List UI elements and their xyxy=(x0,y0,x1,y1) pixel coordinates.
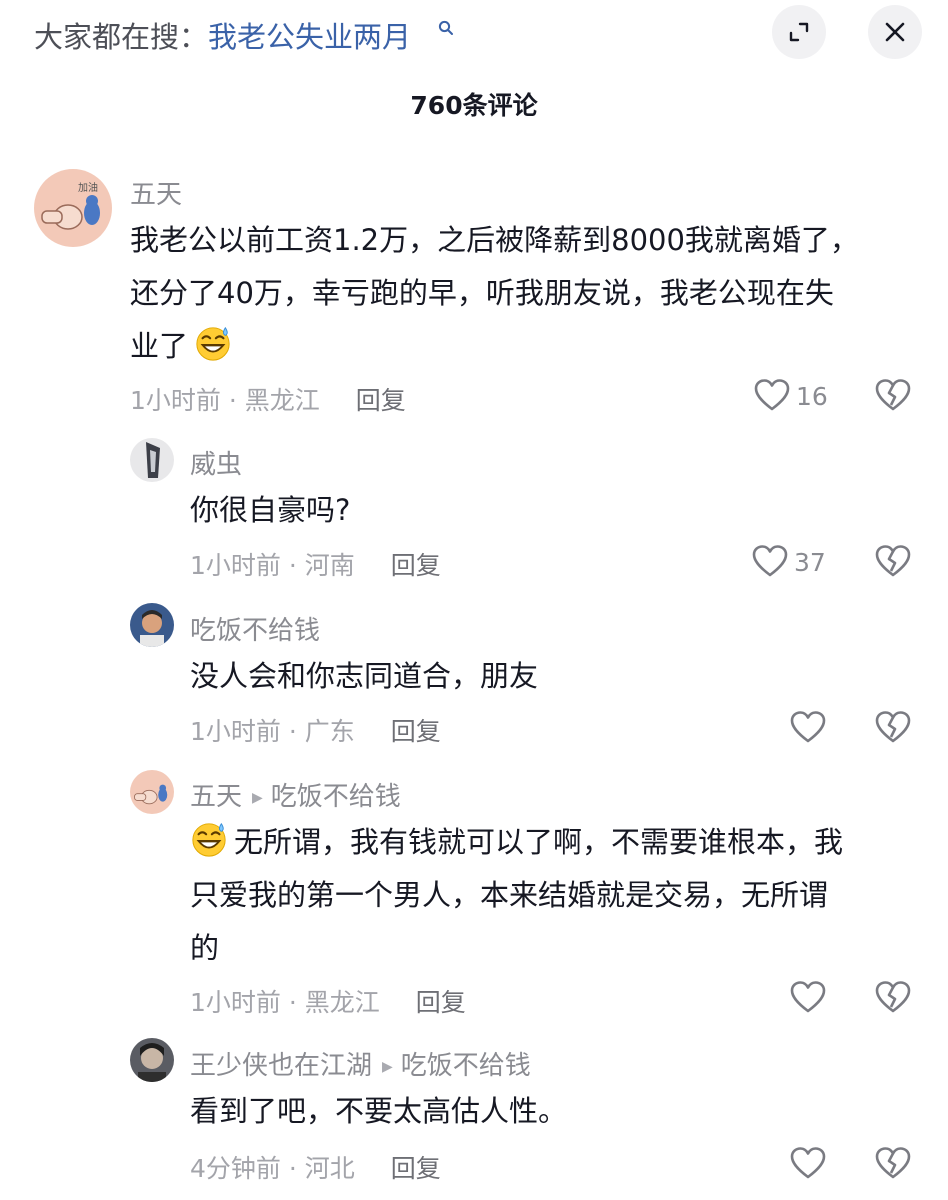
comment-text: 我老公以前工资1.2万，之后被降薪到8000我就离婚了， 还分了40万，幸亏跑的… xyxy=(130,214,859,373)
comment-time: 4分钟前 xyxy=(190,1154,281,1183)
grinning-sweat-emoji-icon xyxy=(194,324,232,362)
like-button[interactable] xyxy=(790,980,826,1016)
trending-search[interactable]: 大家都在搜：我老公失业两月 xyxy=(34,14,411,56)
expand-button[interactable] xyxy=(772,5,826,59)
reply-button[interactable]: 回复 xyxy=(391,717,441,746)
comment-line: 业了 xyxy=(130,329,189,363)
broken-heart-icon xyxy=(875,544,911,580)
heart-icon xyxy=(754,378,790,414)
avatar[interactable]: 加油 xyxy=(34,169,112,247)
reply-button[interactable]: 回复 xyxy=(416,988,466,1017)
comment-line: 只爱我的第一个男人，本来结婚就是交易，无所谓 xyxy=(190,878,829,912)
grinning-sweat-emoji-icon xyxy=(190,820,228,858)
close-icon xyxy=(885,22,905,42)
comment-meta: 1小时前 · 河南 回复 xyxy=(190,551,441,580)
like-button[interactable]: 37 xyxy=(752,544,826,580)
like-count: 16 xyxy=(796,381,828,411)
comment-line: 的 xyxy=(190,931,220,965)
broken-heart-icon xyxy=(875,1146,911,1182)
comment-author[interactable]: 吃饭不给钱 xyxy=(190,610,320,647)
comment-location: 广东 xyxy=(304,717,355,746)
like-button[interactable]: 16 xyxy=(754,378,828,414)
comment-meta: 4分钟前 · 河北 回复 xyxy=(190,1154,441,1183)
dislike-button[interactable] xyxy=(875,544,911,584)
reply-target[interactable]: 吃饭不给钱 xyxy=(401,1051,531,1081)
reply-button[interactable]: 回复 xyxy=(391,551,441,580)
comment-line: 没人会和你志同道合，朋友 xyxy=(190,659,539,693)
comment-line: 你很自豪吗? xyxy=(190,493,351,527)
reply-arrow-icon: ▶ xyxy=(252,790,263,806)
comment-line: 看到了吧，不要太高估人性。 xyxy=(190,1094,568,1128)
comment-location: 黑龙江 xyxy=(244,386,320,415)
expand-icon xyxy=(789,22,809,42)
comment-line: 无所谓，我有钱就可以了啊，不需要谁根本，我 xyxy=(234,825,844,859)
comment-text: 无所谓，我有钱就可以了啊，不需要谁根本，我 只爱我的第一个男人，本来结婚就是交易… xyxy=(190,816,843,975)
comment-line-with-emoji: 无所谓，我有钱就可以了啊，不需要谁根本，我 xyxy=(190,816,843,869)
comment-text: 你很自豪吗? xyxy=(190,484,350,537)
comment-meta: 1小时前 · 黑龙江 回复 xyxy=(130,386,406,415)
broken-heart-icon xyxy=(875,378,911,414)
reply-button[interactable]: 回复 xyxy=(356,386,406,415)
comment-author-line: 王少侠也在江湖 ▶ 吃饭不给钱 xyxy=(190,1045,531,1082)
comment-author[interactable]: 五天 xyxy=(190,782,242,812)
comment-meta: 1小时前 · 广东 回复 xyxy=(190,717,441,746)
comment-location: 河北 xyxy=(304,1154,355,1183)
search-prefix-label: 大家都在搜： xyxy=(34,20,209,54)
comment-time: 1小时前 xyxy=(190,988,281,1017)
like-button[interactable] xyxy=(790,1146,826,1182)
comment-location: 河南 xyxy=(304,551,355,580)
dislike-button[interactable] xyxy=(875,980,911,1020)
comment-author-line: 五天 ▶ 吃饭不给钱 xyxy=(190,776,401,813)
comment-author[interactable]: 威虫 xyxy=(190,444,242,481)
comment-author[interactable]: 王少侠也在江湖 xyxy=(190,1051,372,1081)
heart-icon xyxy=(790,980,826,1016)
reply-button[interactable]: 回复 xyxy=(391,1154,441,1183)
comment-author[interactable]: 五天 xyxy=(130,174,182,211)
comment-line: 我老公以前工资1.2万，之后被降薪到8000我就离婚了， xyxy=(130,223,859,257)
avatar[interactable] xyxy=(130,438,174,482)
avatar[interactable] xyxy=(130,603,174,647)
heart-icon xyxy=(790,710,826,746)
dislike-button[interactable] xyxy=(875,710,911,750)
dislike-button[interactable] xyxy=(875,378,911,418)
comment-line-with-emoji: 业了 xyxy=(130,320,859,373)
heart-icon xyxy=(752,544,788,580)
search-icon[interactable] xyxy=(438,20,454,36)
avatar[interactable] xyxy=(130,1038,174,1082)
comment-text: 看到了吧，不要太高估人性。 xyxy=(190,1085,567,1138)
like-count: 37 xyxy=(794,547,826,577)
top-bar: 大家都在搜：我老公失业两月 xyxy=(0,0,948,70)
reply-target[interactable]: 吃饭不给钱 xyxy=(271,782,401,812)
comment-meta: 1小时前 · 黑龙江 回复 xyxy=(190,988,466,1017)
broken-heart-icon xyxy=(875,710,911,746)
svg-text:加油: 加油 xyxy=(78,181,98,194)
comment-count-title: 760条评论 xyxy=(410,91,538,120)
comment-line: 还分了40万，幸亏跑的早，听我朋友说，我老公现在失 xyxy=(130,276,834,310)
search-query-link[interactable]: 我老公失业两月 xyxy=(208,20,411,54)
like-button[interactable] xyxy=(790,710,826,746)
comment-text: 没人会和你志同道合，朋友 xyxy=(190,650,538,703)
comment-time: 1小时前 xyxy=(190,551,281,580)
dislike-button[interactable] xyxy=(875,1146,911,1186)
broken-heart-icon xyxy=(875,980,911,1016)
avatar[interactable] xyxy=(130,770,174,814)
close-button[interactable] xyxy=(868,5,922,59)
comment-time: 1小时前 xyxy=(190,717,281,746)
heart-icon xyxy=(790,1146,826,1182)
reply-arrow-icon: ▶ xyxy=(382,1059,393,1075)
comment-location: 黑龙江 xyxy=(304,988,380,1017)
comment-time: 1小时前 xyxy=(130,386,221,415)
